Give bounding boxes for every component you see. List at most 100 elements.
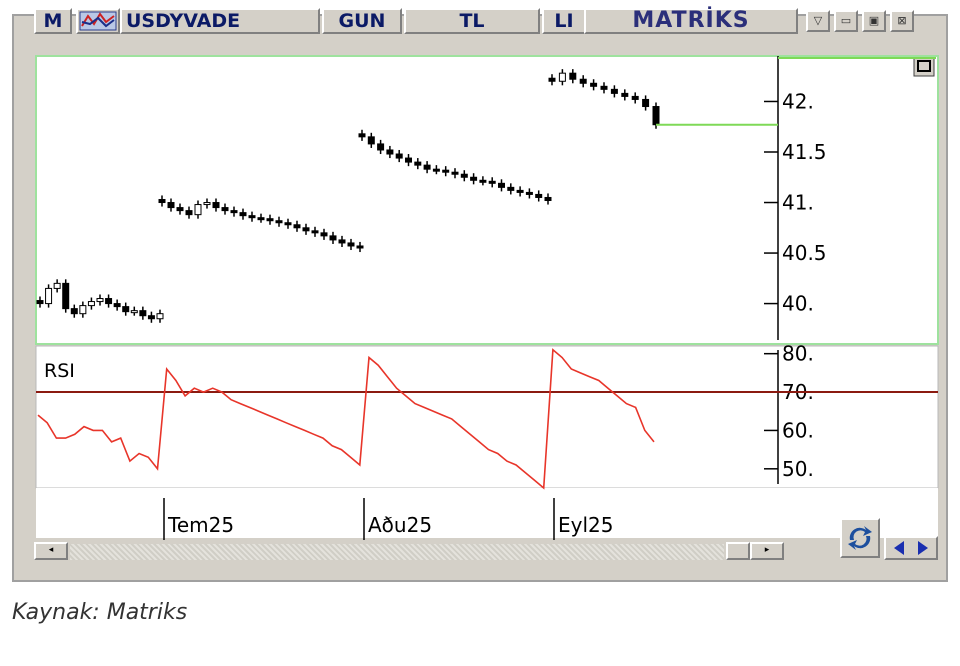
mode-button[interactable]: LI	[542, 8, 586, 34]
candle-body	[36, 300, 44, 305]
time-tick-label: Aðu25	[368, 513, 432, 537]
scroll-right-icon[interactable]	[918, 541, 928, 555]
candle-body	[470, 176, 478, 181]
candle-body	[479, 179, 487, 183]
candle-body	[377, 143, 385, 151]
price-tick-label: 40.	[782, 292, 814, 316]
scroll-left-icon[interactable]	[894, 541, 904, 555]
candle-body	[548, 77, 556, 82]
candle-body	[185, 210, 193, 216]
time-tick-label: Eyl25	[558, 513, 613, 537]
rsi-tick-label: 50.	[782, 457, 814, 481]
symbol-field[interactable]: USDYVADE	[120, 8, 320, 34]
candle-body	[147, 315, 155, 320]
candle-body	[257, 217, 265, 221]
candle-body	[558, 72, 566, 82]
scroll-right-button[interactable]: ▸	[750, 542, 784, 560]
source-caption: Kaynak: Matriks	[12, 600, 188, 625]
candle-body	[156, 313, 164, 320]
candle-body	[516, 189, 524, 193]
candle-body	[284, 222, 292, 226]
candle-body	[579, 78, 587, 84]
candle-body	[122, 306, 130, 313]
candle-body	[590, 82, 598, 87]
candle-body	[432, 168, 440, 172]
currency-button[interactable]: TL	[404, 8, 540, 34]
candle-body	[642, 98, 650, 108]
candle-body	[275, 220, 283, 224]
period-button[interactable]: GUN	[322, 8, 402, 34]
candle-body	[113, 303, 121, 308]
candle-body	[320, 232, 328, 237]
scroll-left-button[interactable]: ◂	[34, 542, 68, 560]
candle-body	[176, 207, 184, 212]
candle-body	[395, 153, 403, 159]
candle-body	[414, 161, 422, 166]
candle-body	[356, 245, 364, 249]
candle-body	[498, 182, 505, 188]
candle-body	[130, 310, 138, 314]
chart-logo-icon	[79, 11, 117, 31]
chart-type-icon[interactable]	[76, 8, 120, 34]
candle-body	[194, 204, 202, 216]
candle-body	[600, 85, 608, 90]
candle-body	[621, 92, 629, 97]
maximize-icon[interactable]: ▣	[862, 10, 886, 32]
candle-body	[45, 287, 53, 305]
candle-body	[221, 207, 229, 212]
candle-body	[70, 308, 78, 315]
price-tick-label: 41.	[782, 191, 814, 215]
candle-body	[53, 282, 61, 289]
candle-body	[230, 210, 238, 214]
candle-body	[652, 106, 660, 126]
candle-body	[212, 202, 220, 209]
candle-body	[544, 196, 552, 202]
candle-body	[610, 88, 618, 94]
candle-body	[442, 169, 450, 173]
candle-body	[358, 133, 366, 138]
candle-body	[405, 157, 412, 163]
candle-body	[631, 95, 639, 100]
chart-canvas: 40.40.541.41.542.80.70.60.50.RSITem25 Aðu…	[35, 55, 939, 540]
candle-body	[79, 305, 87, 315]
time-tick-label: Tem25	[167, 513, 234, 537]
candle-body	[386, 149, 394, 155]
candle-body	[203, 202, 211, 206]
candle-body	[62, 282, 70, 310]
candle-body	[293, 224, 301, 229]
minimize-icon[interactable]: ▭	[834, 10, 858, 32]
candle-body	[139, 310, 147, 317]
rsi-title: RSI	[44, 360, 75, 382]
refresh-icon	[848, 526, 872, 550]
nav-arrows[interactable]	[884, 536, 938, 560]
candle-body	[96, 298, 104, 303]
candle-body	[105, 298, 113, 305]
candle-body	[488, 180, 496, 184]
candle-body	[338, 239, 346, 244]
candle-body	[507, 186, 515, 191]
candle-body	[525, 191, 533, 195]
candle-body	[158, 198, 166, 204]
candle-body	[302, 227, 310, 232]
candle-body	[569, 72, 577, 80]
close-icon[interactable]: ⊠	[890, 10, 914, 32]
candle-body	[451, 171, 459, 175]
candle-body	[167, 202, 175, 209]
candle-body	[311, 230, 319, 234]
refresh-button[interactable]	[840, 518, 880, 558]
candle-body	[460, 173, 468, 178]
candle-body	[239, 212, 247, 217]
dropdown-icon[interactable]: ▽	[806, 10, 830, 32]
price-tick-label: 42.	[782, 89, 814, 113]
scroll-track[interactable]	[70, 544, 724, 560]
logo-button[interactable]: M	[34, 8, 72, 34]
candle-body	[367, 136, 375, 145]
candle-body	[248, 215, 256, 219]
candle-body	[329, 235, 337, 241]
scroll-thumb[interactable]	[726, 542, 750, 560]
brand-label: MATRİKS	[584, 8, 798, 34]
candle-body	[266, 218, 274, 222]
rsi-tick-label: 60.	[782, 418, 814, 442]
rsi-tick-label: 80.	[782, 342, 814, 366]
candle-body	[423, 164, 431, 170]
